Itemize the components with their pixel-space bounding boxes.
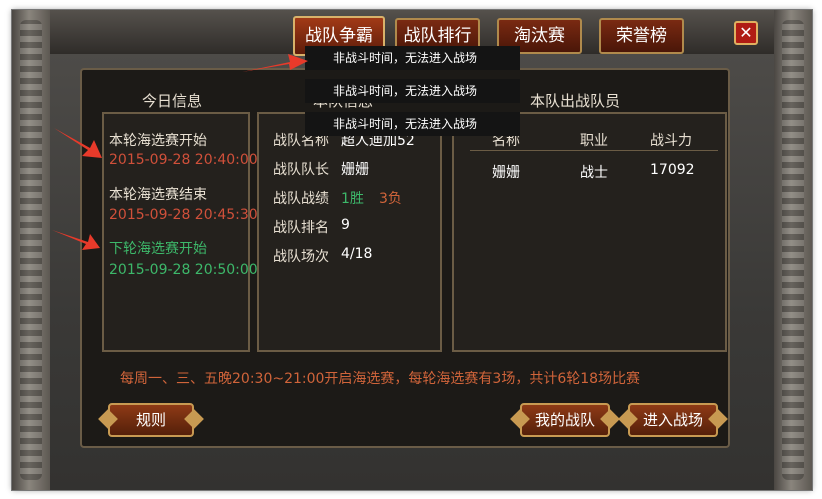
team-losses-value: 3负: [379, 191, 402, 207]
close-button[interactable]: ✕: [734, 21, 758, 45]
roster-header-power: 战斗力: [650, 133, 692, 149]
current-round-start-time: 2015-09-28 20:40:00: [109, 152, 258, 168]
schedule-notice: 每周一、三、五晚20:30~21:00开启海选赛，每轮海选赛有3场，共计6轮18…: [120, 371, 641, 387]
current-round-end-label: 本轮海选赛结束: [109, 187, 207, 203]
annotation-arrow-icon: [242, 54, 308, 72]
current-round-start-label: 本轮海选赛开始: [109, 133, 207, 149]
roster-header-divider: [470, 150, 718, 151]
tooltip-no-battle-1: 非战斗时间，无法进入战场: [305, 46, 520, 70]
team-captain-label: 战队队长: [273, 162, 329, 178]
team-captain-value: 姗姗: [341, 162, 369, 178]
roster-row-class: 战士: [580, 165, 608, 181]
today-info-title: 今日信息: [142, 92, 203, 110]
tooltip-no-battle-3: 非战斗时间，无法进入战场: [305, 112, 520, 136]
next-round-start-label: 下轮海选赛开始: [109, 241, 207, 257]
team-rank-label: 战队排名: [273, 220, 329, 236]
team-matches-label: 战队场次: [273, 249, 329, 265]
tab-honor-list[interactable]: 荣誉榜: [599, 18, 684, 54]
frame-right-ornament: [774, 10, 812, 490]
annotation-arrow-icon: [52, 230, 100, 250]
my-team-button[interactable]: 我的战队: [520, 403, 610, 437]
team-matches-value: 4/18: [341, 246, 373, 262]
frame-left-ornament: [12, 10, 50, 490]
next-round-start-time: 2015-09-28 20:50:00: [109, 262, 258, 278]
team-wins-value: 1胜: [341, 191, 364, 207]
roster-title: 本队出战队员: [530, 92, 621, 110]
enter-battle-button[interactable]: 进入战场: [628, 403, 718, 437]
rules-button[interactable]: 规则: [108, 403, 194, 437]
annotation-arrow-icon: [54, 128, 102, 158]
team-rank-value: 9: [341, 217, 350, 233]
team-record-label: 战队战绩: [273, 191, 329, 207]
roster-row-name[interactable]: 姗姗: [492, 162, 520, 182]
current-round-end-time: 2015-09-28 20:45:30: [109, 207, 258, 223]
roster-header-class: 职业: [580, 133, 608, 149]
tooltip-no-battle-2: 非战斗时间，无法进入战场: [305, 79, 520, 103]
roster-row-power: 17092: [650, 162, 695, 178]
